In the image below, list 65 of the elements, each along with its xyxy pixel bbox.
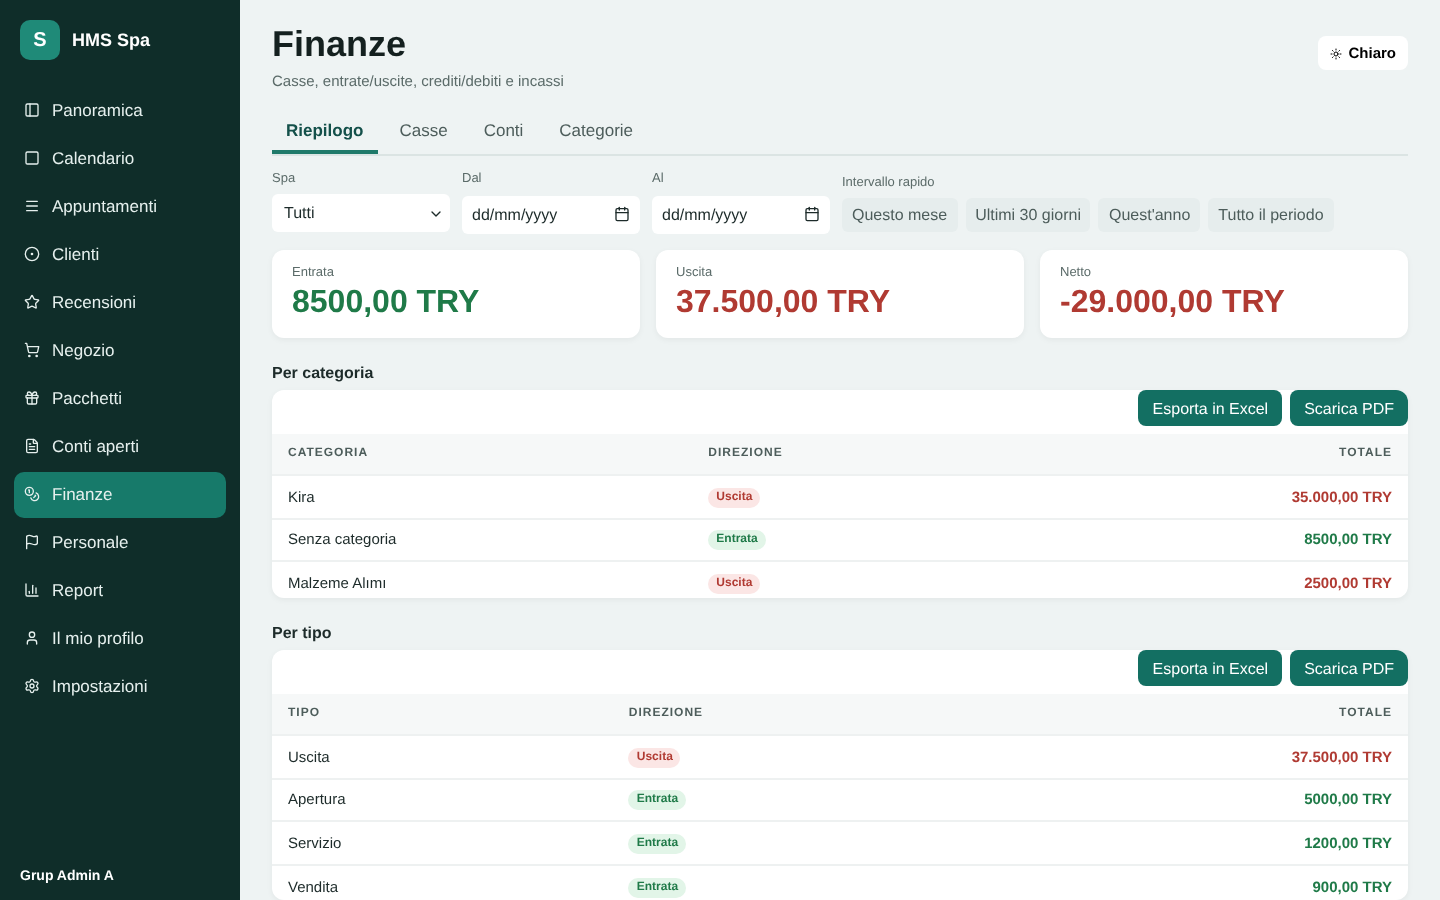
section-title: Per categoria [272,364,376,382]
sidebar-label: Calendario [52,148,135,169]
sidebar-item[interactable]: Clienti [14,232,226,277]
sidebar-item[interactable]: Recensioni [14,280,226,325]
sidebar-label: Appuntamenti [52,196,157,217]
sidebar-label: Personale [52,532,129,553]
card-value: 8500,00 TRY [292,286,482,322]
sidebar-label: Impostazioni [52,676,148,697]
sidebar-item[interactable]: Il mio profilo [14,616,226,661]
download-button[interactable]: Scarica PDF [1290,650,1408,687]
brand-name: HMS Spa [72,30,151,50]
settings-icon [24,678,40,695]
calendar-icon [804,205,820,221]
brand-logo: S [20,20,60,60]
tab[interactable]: Casse [385,110,462,154]
sidebar-item[interactable]: Pacchetti [14,376,226,421]
sidebar-item[interactable]: Conti aperti [14,424,226,469]
sidebar-item[interactable]: Personale [14,520,226,565]
sidebar-item[interactable]: Finanze [14,472,226,517]
sidebar-label: Negozio [52,340,115,361]
sidebar-label: Finanze [52,484,113,505]
card-value: -29.000,00 TRY [1060,286,1287,322]
bar-chart-icon [24,582,40,599]
date-field[interactable]: dd/mm/yyyy [462,196,640,234]
panel-icon [24,102,40,119]
tab[interactable]: Categorie [545,110,648,154]
sidebar-label: Recensioni [52,292,137,313]
star-icon [24,294,40,311]
sidebar-label: Panoramica [52,100,143,121]
sidebar-item[interactable]: Calendario [14,136,226,181]
list-icon [24,198,40,215]
sidebar-item[interactable]: Report [14,568,226,613]
user-icon [24,630,40,647]
sidebar-label: Pacchetti [52,388,122,409]
sidebar-label: Report [52,580,104,601]
document-icon [24,438,40,455]
range-chip[interactable]: Tutto il periodo [1208,198,1334,232]
coins-icon [24,486,40,503]
cart-icon [24,342,40,359]
calendar-icon [614,205,630,221]
range-chip[interactable]: Questo mese [842,198,958,232]
sidebar-item[interactable]: Negozio [14,328,226,373]
card-value: 37.500,00 TRY [676,286,893,322]
square-icon [24,150,40,167]
sidebar-item[interactable]: Appuntamenti [14,184,226,229]
sidebar-label: Il mio profilo [52,628,144,649]
sidebar-label: Clienti [52,244,100,265]
range-chip[interactable]: Quest'anno [1098,198,1201,232]
sidebar-label: Conti aperti [52,436,139,457]
spa-select[interactable]: Tutti [272,194,450,232]
sidebar-item[interactable]: Panoramica [14,88,226,133]
page-title: Finanze [272,24,409,66]
section-title: Per tipo [272,624,334,643]
tab[interactable]: Conti [469,110,538,154]
range-chip[interactable]: Ultimi 30 giorni [965,198,1091,232]
tab[interactable]: Riepilogo [272,110,378,154]
export-button[interactable]: Esporta in Excel [1138,390,1283,426]
gift-icon [24,390,40,407]
date-field[interactable]: dd/mm/yyyy [652,196,830,234]
sidebar-item[interactable]: Impostazioni [14,664,226,709]
export-button[interactable]: Esporta in Excel [1138,650,1283,687]
download-button[interactable]: Scarica PDF [1290,390,1408,426]
circle-icon [24,246,40,263]
flag-icon [24,534,40,551]
sun-icon [1330,47,1343,59]
